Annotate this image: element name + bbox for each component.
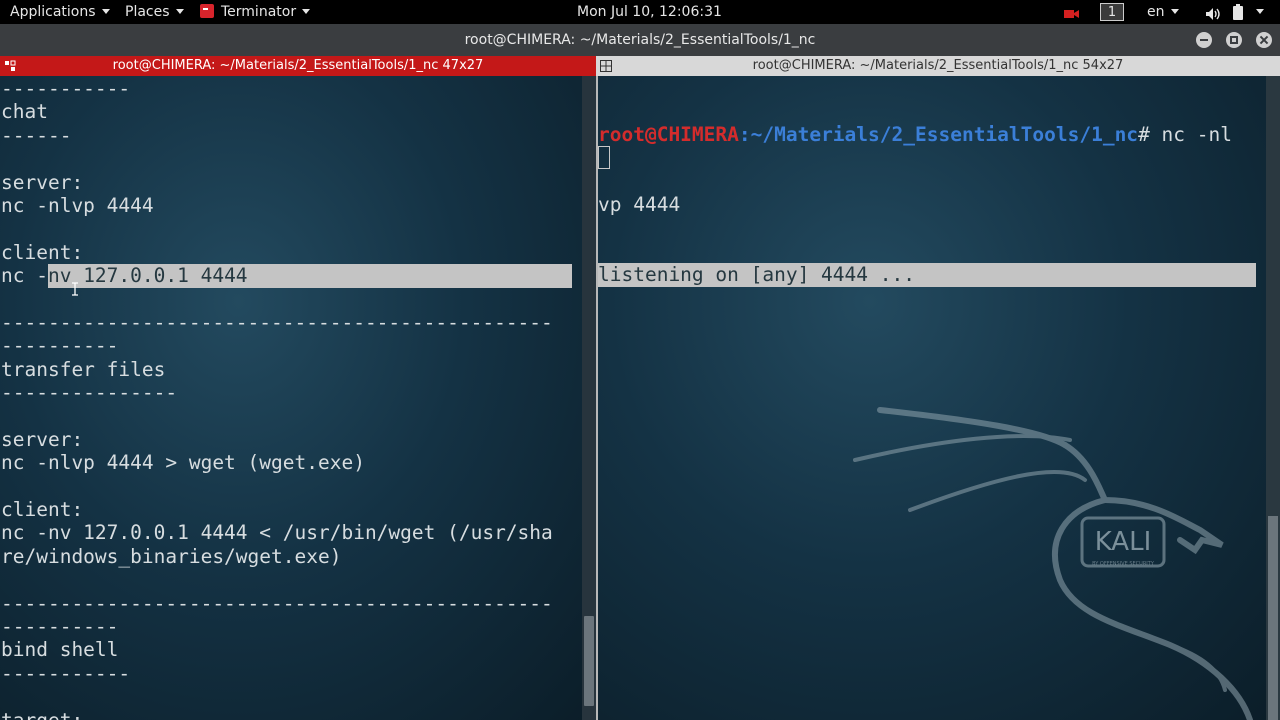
- pane-divider[interactable]: [596, 76, 598, 720]
- battery-icon[interactable]: [1232, 4, 1244, 20]
- terminal-line: ----------: [1, 334, 119, 358]
- prompt-path: :~/Materials/2_EssentialTools/1_nc: [738, 122, 1139, 146]
- prompt-line: root@CHIMERA:~/Materials/2_EssentialTool…: [598, 123, 1260, 146]
- terminal-line: ---------------: [1, 381, 178, 405]
- terminator-icon: [200, 4, 214, 18]
- terminal-line: chat: [1, 100, 48, 124]
- right-scrollbar-thumb[interactable]: [1268, 516, 1278, 720]
- left-scrollbar-thumb[interactable]: [584, 616, 594, 706]
- window-titlebar[interactable]: root@CHIMERA: ~/Materials/2_EssentialToo…: [0, 24, 1280, 56]
- terminator-label: Terminator: [221, 4, 297, 20]
- chevron-down-icon: [1170, 9, 1179, 14]
- terminal-line: ----------------------------------------…: [1, 310, 553, 334]
- workspace-indicator[interactable]: 1: [1100, 0, 1124, 24]
- terminal-line: bind shell: [1, 638, 119, 662]
- minimize-button[interactable]: [1196, 32, 1212, 48]
- terminal-line: nc -nlvp 4444 > wget (wget.exe): [1, 451, 365, 475]
- applications-menu[interactable]: Applications: [10, 0, 110, 24]
- kali-logo-text: KALI: [1095, 527, 1152, 557]
- chevron-down-icon: [175, 9, 184, 14]
- terminal-line: re/windows_binaries/wget.exe): [1, 544, 342, 568]
- text-cursor-icon: [72, 282, 78, 296]
- terminal-line: nc -nlvp 4444: [1, 193, 154, 217]
- applications-label: Applications: [10, 4, 96, 20]
- terminal-line: -----------: [1, 661, 131, 685]
- window-title: root@CHIMERA: ~/Materials/2_EssentialToo…: [464, 32, 816, 48]
- output-line: listening on [any] 4444 ...: [598, 263, 1260, 287]
- terminal-line: ----------------------------------------…: [1, 591, 553, 615]
- terminal-line: ----------: [1, 614, 119, 638]
- prompt-user: root@CHIMERA: [598, 122, 739, 146]
- right-terminal-content[interactable]: root@CHIMERA:~/Materials/2_EssentialTool…: [598, 76, 1260, 333]
- right-pane-title: root@CHIMERA: ~/Materials/2_EssentialToo…: [752, 58, 1124, 73]
- terminal-line-text: nc -: [1, 264, 48, 288]
- record-icon[interactable]: [1062, 5, 1080, 19]
- volume-icon[interactable]: [1205, 5, 1221, 20]
- maximize-button[interactable]: [1226, 32, 1242, 48]
- chevron-down-icon: [302, 9, 311, 14]
- terminal-line: transfer files: [1, 357, 166, 381]
- places-menu[interactable]: Places: [125, 0, 184, 24]
- command-wrap-line: vp 4444: [598, 193, 681, 217]
- terminal-line: server:: [1, 427, 84, 451]
- terminal-line: target:: [1, 709, 581, 720]
- workspace-number: 1: [1100, 3, 1124, 21]
- chevron-down-icon: [101, 9, 110, 14]
- group-icon[interactable]: [4, 60, 16, 72]
- right-scrollbar[interactable]: [1266, 76, 1280, 720]
- left-terminal-content[interactable]: ----------- chat ------ server: nc -nlvp 444…: [1, 77, 581, 720]
- selected-text: nv 127.0.0.1 4444: [47, 264, 572, 288]
- terminal-line: nc -nv 127.0.0.1 4444: [1, 264, 581, 288]
- places-label: Places: [125, 4, 170, 20]
- terminator-app-menu[interactable]: Terminator: [200, 0, 311, 24]
- left-scrollbar[interactable]: [582, 76, 596, 720]
- terminal-line: -----------: [1, 77, 131, 100]
- chevron-down-icon: [1256, 9, 1264, 14]
- prompt-command: # nc -nl: [1138, 122, 1232, 146]
- terminal-line: client:: [1, 240, 84, 264]
- language-selector[interactable]: en: [1147, 0, 1179, 24]
- terminal-line: nc -nv 127.0.0.1 4444 < /usr/bin/wget (/…: [1, 521, 553, 545]
- close-button[interactable]: [1256, 32, 1272, 48]
- clock[interactable]: Mon Jul 10, 12:06:31: [577, 0, 722, 24]
- terminal-line: ------: [1, 123, 72, 147]
- kali-dragon-logo: KALI BY OFFENSIVE SECURITY: [853, 407, 1253, 720]
- terminal-line: client:: [1, 498, 84, 522]
- left-pane-title: root@CHIMERA: ~/Materials/2_EssentialToo…: [112, 58, 484, 73]
- kali-logo-subtext: BY OFFENSIVE SECURITY: [1092, 561, 1155, 567]
- right-pane-titlebar[interactable]: root@CHIMERA: ~/Materials/2_EssentialToo…: [596, 56, 1280, 76]
- group-icon[interactable]: [600, 60, 612, 72]
- language-label: en: [1147, 4, 1165, 20]
- top-panel: Applications Places Terminator Mon Jul 1…: [0, 0, 1280, 24]
- output-selection: listening on [any] 4444 ...: [598, 263, 1256, 287]
- terminal-cursor: [598, 146, 610, 169]
- system-menu[interactable]: [1250, 0, 1264, 24]
- left-pane-titlebar[interactable]: root@CHIMERA: ~/Materials/2_EssentialToo…: [0, 56, 596, 76]
- terminal-line: server:: [1, 170, 84, 194]
